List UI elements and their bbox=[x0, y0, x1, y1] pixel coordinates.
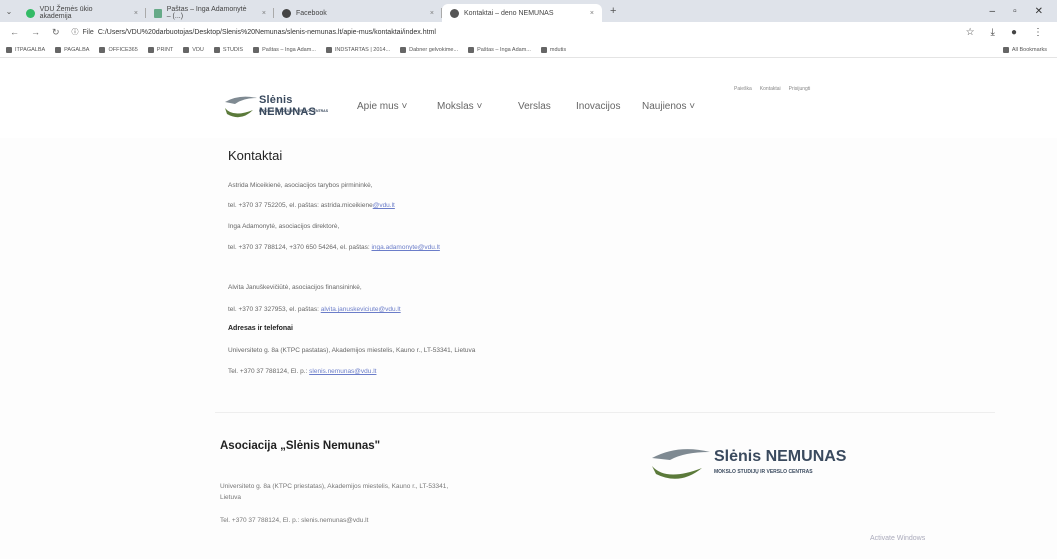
bookmark-star-icon[interactable]: ☆ bbox=[966, 27, 975, 38]
tab-search-icon[interactable]: ⌄ bbox=[0, 7, 18, 16]
logo-tagline: MOKSLO STUDIJŲ IR VERSLO CENTRAS bbox=[259, 109, 329, 113]
close-icon[interactable]: × bbox=[430, 10, 434, 17]
bookmark-item[interactable]: PAGALBA bbox=[55, 46, 89, 53]
bookmark-icon bbox=[253, 46, 260, 53]
bookmark-item[interactable]: mdutis bbox=[540, 46, 566, 53]
bookmark-item[interactable]: Paštas – Inga Adam... bbox=[468, 46, 531, 53]
folder-icon bbox=[1002, 46, 1009, 53]
logo-swoosh-icon bbox=[652, 449, 710, 479]
toplink-prisijungti[interactable]: Prisijungti bbox=[789, 86, 811, 92]
close-icon[interactable]: × bbox=[262, 10, 266, 17]
chair-email-link[interactable]: @vdu.lt bbox=[373, 202, 395, 209]
director-contact: tel. +370 37 788124, +370 650 54264, el.… bbox=[228, 244, 440, 251]
bookmark-item[interactable]: INDSTARTAS | 2014... bbox=[325, 46, 390, 53]
general-email-link[interactable]: slenis.nemunas@vdu.lt bbox=[309, 368, 376, 375]
url-text: C:/Users/VDU%20darbuotojas/Desktop/Sleni… bbox=[97, 28, 436, 36]
tab-favicon bbox=[450, 8, 459, 18]
finance-email-link[interactable]: alvita.januskeviciute@vdu.lt bbox=[321, 306, 401, 313]
facebook-icon bbox=[282, 8, 291, 18]
footer-logo: Slėnis NEMUNAS MOKSLO STUDIJŲ IR VERSLO … bbox=[650, 438, 850, 484]
bookmark-item[interactable]: STUDIS bbox=[213, 46, 243, 53]
top-links: Paieška Kontaktai Prisijungti bbox=[734, 86, 810, 92]
download-icon[interactable]: ⤓ bbox=[991, 27, 995, 38]
bookmark-icon bbox=[325, 46, 332, 53]
footer-logo-tagline: MOKSLO STUDIJŲ IR VERSLO CENTRAS bbox=[714, 469, 813, 475]
bookmark-icon bbox=[540, 46, 547, 53]
new-tab-button[interactable]: + bbox=[602, 5, 624, 17]
toplink-paieska[interactable]: Paieška bbox=[734, 86, 752, 92]
footer-title: Asociacija „Slėnis Nemunas" bbox=[220, 440, 381, 452]
maximize-icon[interactable]: ▫ bbox=[1013, 6, 1017, 17]
tab-label: Facebook bbox=[296, 9, 327, 17]
forward-icon[interactable]: → bbox=[31, 27, 40, 38]
tab-label: VDU Žemės ūkio akademija bbox=[39, 6, 93, 20]
bookmark-icon bbox=[99, 46, 106, 53]
menu-apie-mus[interactable]: Apie mus ˅ bbox=[357, 101, 437, 112]
tab-vdu[interactable]: VDU Žemės ūkio akademija × bbox=[18, 4, 146, 22]
more-menu-icon[interactable]: ⋮ bbox=[1033, 27, 1043, 38]
tab-kontaktai[interactable]: Kontaktai – deno NEMUNAS × bbox=[442, 4, 602, 22]
windows-activation-watermark: Activate Windows bbox=[870, 535, 926, 542]
main-menu: Apie mus ˅ Mokslas ˅ Verslas Inovacijos … bbox=[357, 101, 695, 112]
tab-favicon bbox=[26, 8, 35, 18]
reload-icon[interactable]: ↻ bbox=[52, 27, 60, 38]
footer-phone: Tel. +370 37 788124, El. p.: slenis.nemu… bbox=[220, 517, 369, 524]
info-icon[interactable]: ⓘ bbox=[72, 27, 79, 37]
address-text: Universiteto g. 8a (KTPC pastatas), Akad… bbox=[228, 347, 476, 354]
phone-contact: Tel. +370 37 788124, El. p.: slenis.nemu… bbox=[228, 368, 377, 375]
url-field[interactable]: ⓘ File C:/Users/VDU%20darbuotojas/Deskto… bbox=[72, 27, 966, 37]
menu-inovacijos[interactable]: Inovacijos bbox=[576, 101, 642, 112]
address-heading: Adresas ir telefonai bbox=[228, 325, 293, 332]
bookmark-icon bbox=[147, 46, 154, 53]
close-icon[interactable]: × bbox=[134, 10, 138, 17]
logo-swoosh-icon bbox=[225, 96, 257, 118]
bookmarks-bar: ITPAGALBA PAGALBA OFFICE365 PRINT VDU ST… bbox=[0, 42, 1057, 58]
bookmark-icon bbox=[213, 46, 220, 53]
close-icon[interactable]: × bbox=[590, 10, 594, 17]
bookmark-icon bbox=[183, 46, 190, 53]
tab-label: Kontaktai – deno NEMUNAS bbox=[464, 9, 554, 17]
site-logo[interactable]: Slėnis NEMUNAS MOKSLO STUDIJŲ IR VERSLO … bbox=[223, 88, 343, 122]
director-email-link[interactable]: inga.adamonyte@vdu.lt bbox=[371, 244, 439, 251]
finance-contact: tel. +370 37 327953, el. paštas: alvita.… bbox=[228, 306, 401, 313]
profile-icon[interactable]: ● bbox=[1011, 27, 1017, 38]
minimize-icon[interactable]: – bbox=[990, 6, 996, 17]
bookmark-item[interactable]: ITPAGALBA bbox=[6, 46, 45, 53]
url-scheme: File bbox=[82, 28, 94, 36]
menu-naujienos[interactable]: Naujienos ˅ bbox=[642, 101, 695, 112]
tab-facebook[interactable]: Facebook × bbox=[274, 4, 442, 22]
footer-address: Universiteto g. 8a (KTPC priestatas), Ak… bbox=[220, 483, 449, 490]
bookmark-item[interactable]: PRINT bbox=[147, 46, 173, 53]
close-window-icon[interactable]: ✕ bbox=[1035, 6, 1043, 17]
bookmark-item[interactable]: Paštas – Inga Adam... bbox=[253, 46, 316, 53]
bookmark-item[interactable]: OFFICE365 bbox=[99, 46, 138, 53]
bookmark-item[interactable]: Dabner gelvokime... bbox=[400, 46, 458, 53]
back-icon[interactable]: ← bbox=[10, 27, 19, 38]
bookmark-icon bbox=[55, 46, 62, 53]
logo-brand: Slėnis NEMUNAS bbox=[259, 94, 317, 118]
menu-mokslas[interactable]: Mokslas ˅ bbox=[437, 101, 518, 112]
page-title: Kontaktai bbox=[228, 148, 283, 163]
bookmark-icon bbox=[400, 46, 407, 53]
footer-logo-brand: Slėnis NEMUNAS bbox=[714, 448, 847, 465]
bookmark-icon bbox=[6, 46, 12, 53]
bookmark-icon bbox=[468, 46, 475, 53]
window-controls: – ▫ ✕ bbox=[990, 6, 1057, 17]
address-bar: ← → ↻ ⓘ File C:/Users/VDU%20darbuotojas/… bbox=[0, 22, 1057, 42]
finance-name: Alvita Januškevičiūtė, asociacijos finan… bbox=[228, 284, 362, 291]
browser-tab-bar: ⌄ VDU Žemės ūkio akademija × Paštas – In… bbox=[0, 0, 1057, 22]
menu-verslas[interactable]: Verslas bbox=[518, 101, 576, 112]
bookmark-item[interactable]: VDU bbox=[183, 46, 204, 53]
director-name: Inga Adamonytė, asociacijos direktorė, bbox=[228, 223, 340, 230]
all-bookmarks[interactable]: All Bookmarks bbox=[1002, 46, 1057, 53]
tab-label: Paštas – Inga Adamonytė – (...) bbox=[166, 6, 247, 20]
chair-contact: tel. +370 37 752205, el. paštas: astrida… bbox=[228, 202, 395, 209]
chair-name: Astrida Miceikienė, asociacijos tarybos … bbox=[228, 182, 373, 189]
tab-pastas[interactable]: Paštas – Inga Adamonytė – (...) × bbox=[146, 4, 274, 22]
toplink-kontaktai[interactable]: Kontaktai bbox=[760, 86, 781, 92]
footer-address-country: Lietuva bbox=[220, 494, 241, 501]
tab-favicon bbox=[154, 8, 162, 18]
site-header: Paieška Kontaktai Prisijungti Slėnis NEM… bbox=[0, 58, 1057, 138]
